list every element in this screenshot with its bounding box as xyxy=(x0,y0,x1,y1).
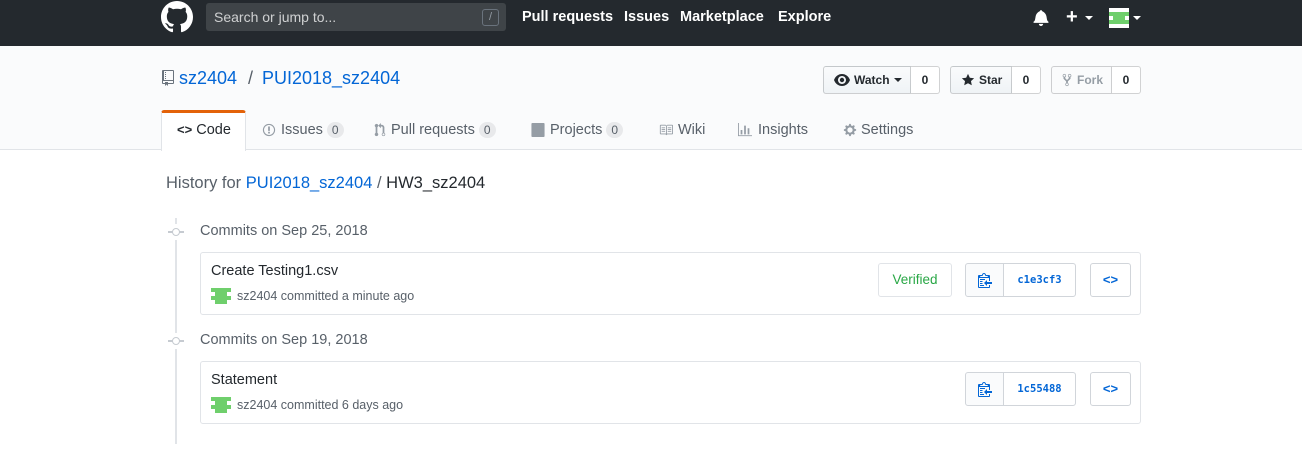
create-new-icon[interactable]: + xyxy=(1066,7,1078,27)
tab-wiki-label: Wiki xyxy=(678,122,706,138)
sha-button-group: c1e3cf3 xyxy=(965,263,1076,297)
browse-files-button[interactable]: <> xyxy=(1090,263,1131,297)
commit-group-date: Commits on Sep 19, 2018 xyxy=(200,332,368,348)
commit-node-icon xyxy=(168,333,184,349)
tab-insights[interactable]: Insights xyxy=(737,110,817,151)
commit-time: committed a minute ago xyxy=(280,289,415,303)
bell-icon[interactable] xyxy=(1033,9,1049,26)
fork-icon xyxy=(1062,73,1072,87)
star-count[interactable]: 0 xyxy=(1012,66,1041,94)
copy-sha-button[interactable] xyxy=(966,264,1004,296)
tab-pull-requests-label: Pull requests xyxy=(391,122,475,138)
history-repo-link[interactable]: PUI2018_sz2404 xyxy=(246,174,373,192)
search-box[interactable]: / xyxy=(206,3,506,31)
repo-icon xyxy=(162,70,174,86)
repo-header: sz2404 / PUI2018_sz2404 Watch 0 Star 0 F… xyxy=(0,46,1302,151)
nav-pull-requests[interactable]: Pull requests xyxy=(522,9,613,25)
book-icon xyxy=(659,124,673,136)
tab-settings-label: Settings xyxy=(861,122,914,138)
commit-author-link[interactable]: sz2404 xyxy=(237,398,277,412)
verified-badge[interactable]: Verified xyxy=(878,263,952,297)
nav-explore[interactable]: Explore xyxy=(778,9,831,25)
tab-wiki[interactable]: Wiki xyxy=(658,110,718,151)
eye-icon xyxy=(834,74,850,86)
commit-node-icon xyxy=(168,224,184,240)
commit-item: Create Testing1.csv sz2404 committed a m… xyxy=(200,252,1141,315)
fork-count[interactable]: 0 xyxy=(1112,66,1141,94)
clippy-icon xyxy=(978,382,992,397)
code-icon: <> xyxy=(1102,381,1119,396)
create-caret-icon[interactable] xyxy=(1085,16,1093,20)
commit-title-link[interactable]: Create Testing1.csv xyxy=(211,263,338,279)
user-avatar[interactable] xyxy=(1109,8,1129,28)
issues-counter: 0 xyxy=(326,122,344,138)
git-pull-request-icon xyxy=(374,123,386,137)
issue-opened-icon xyxy=(262,123,276,137)
repo-path-separator: / xyxy=(248,68,254,88)
nav-issues[interactable]: Issues xyxy=(624,9,669,25)
browse-files-button[interactable]: <> xyxy=(1090,372,1131,406)
project-icon xyxy=(531,123,545,137)
tab-pull-requests[interactable]: Pull requests 0 xyxy=(374,110,502,151)
history-prefix: History for xyxy=(166,174,242,192)
code-icon: <> xyxy=(1102,272,1119,287)
pull-requests-counter: 0 xyxy=(478,122,496,138)
watch-label: Watch xyxy=(854,73,890,87)
tab-projects[interactable]: Projects 0 xyxy=(531,110,631,151)
watch-button[interactable]: Watch xyxy=(823,66,911,94)
commit-sha-link[interactable]: 1c55488 xyxy=(1004,373,1075,405)
commit-time: committed 6 days ago xyxy=(280,398,404,412)
gear-icon xyxy=(843,123,857,137)
history-title: History for PUI2018_sz2404 / HW3_sz2404 xyxy=(166,174,485,193)
clippy-icon xyxy=(978,273,992,288)
star-label: Star xyxy=(979,73,1003,87)
github-logo-icon[interactable] xyxy=(161,1,193,33)
tab-projects-label: Projects xyxy=(550,122,603,138)
graph-icon xyxy=(738,123,752,137)
search-shortcut-hint: / xyxy=(482,9,499,26)
fork-button[interactable]: Fork xyxy=(1051,66,1112,94)
history-separator: / xyxy=(376,174,382,192)
author-avatar[interactable] xyxy=(211,397,231,413)
tab-issues-label: Issues xyxy=(281,122,323,138)
tab-insights-label: Insights xyxy=(758,122,808,138)
repo-owner-link[interactable]: sz2404 xyxy=(179,68,237,89)
commit-item: Statement sz2404 committed 6 days ago 1c… xyxy=(200,361,1141,424)
tab-code-label: Code xyxy=(196,122,231,138)
sha-button-group: 1c55488 xyxy=(965,372,1076,406)
user-menu-caret-icon[interactable] xyxy=(1133,16,1141,20)
commit-author-link[interactable]: sz2404 xyxy=(237,289,277,303)
commit-sha-link[interactable]: c1e3cf3 xyxy=(1004,264,1075,296)
tab-code[interactable]: <> Code xyxy=(161,110,246,151)
star-icon xyxy=(961,73,975,86)
tab-settings[interactable]: Settings xyxy=(843,110,923,151)
commit-group-date: Commits on Sep 25, 2018 xyxy=(200,223,368,239)
repo-tabs: <> Code Issues 0 Pull requests 0 Project… xyxy=(0,110,1302,151)
watch-count[interactable]: 0 xyxy=(911,66,940,94)
nav-marketplace[interactable]: Marketplace xyxy=(680,9,764,25)
history-path: HW3_sz2404 xyxy=(386,174,486,192)
global-header: / Pull requests Issues Marketplace Explo… xyxy=(0,0,1302,46)
commit-timeline xyxy=(175,218,177,444)
tab-issues[interactable]: Issues 0 xyxy=(262,110,352,151)
fork-label: Fork xyxy=(1077,73,1104,87)
projects-counter: 0 xyxy=(606,122,624,138)
star-button[interactable]: Star xyxy=(950,66,1012,94)
watch-caret-icon xyxy=(894,78,902,82)
commit-title-link[interactable]: Statement xyxy=(211,372,277,388)
repo-name-link[interactable]: PUI2018_sz2404 xyxy=(262,68,400,89)
copy-sha-button[interactable] xyxy=(966,373,1004,405)
code-icon: <> xyxy=(177,122,193,137)
search-input[interactable] xyxy=(206,3,476,31)
author-avatar[interactable] xyxy=(211,288,231,304)
